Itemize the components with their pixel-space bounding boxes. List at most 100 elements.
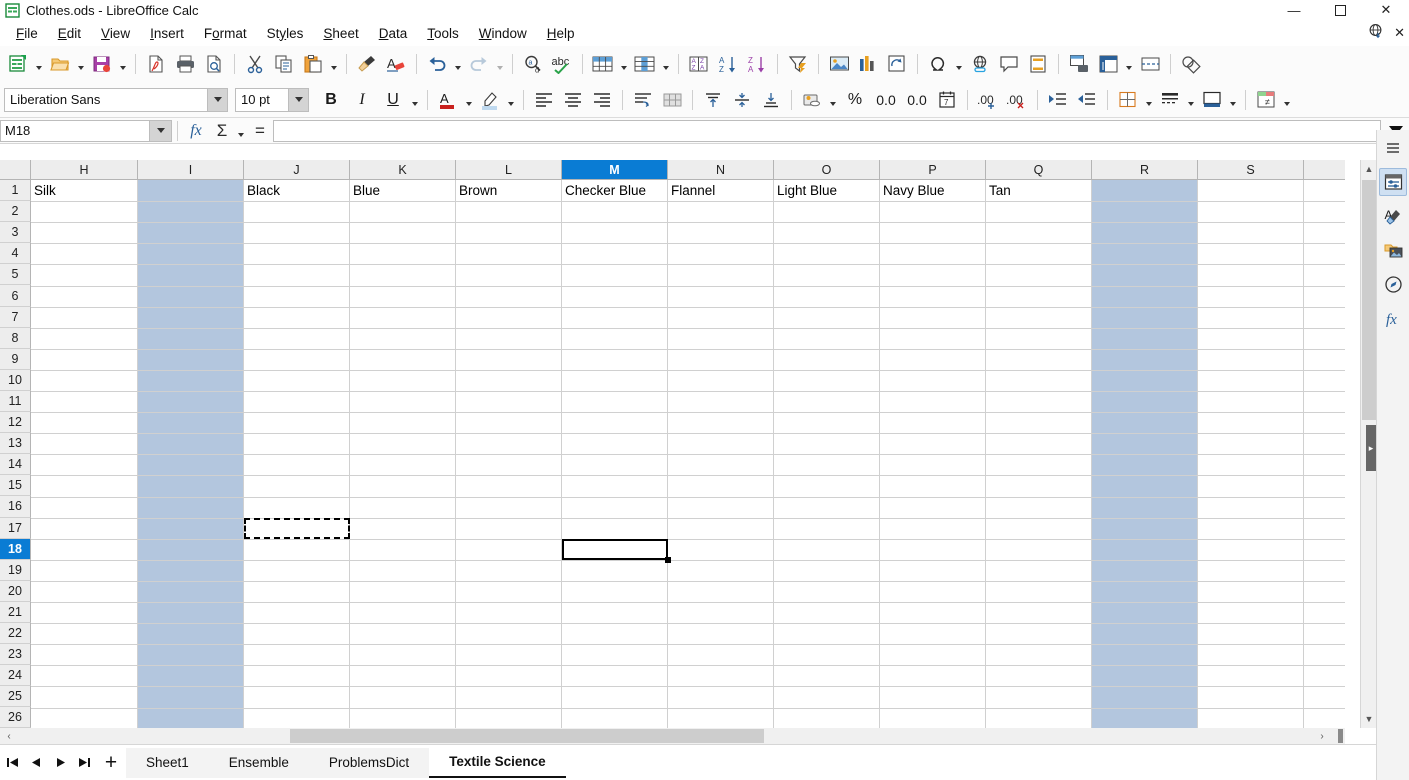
styles-icon[interactable]: A [1379, 202, 1407, 230]
row-header-9[interactable]: 9 [0, 348, 31, 370]
row-header-6[interactable]: 6 [0, 285, 31, 307]
menu-help[interactable]: Help [537, 23, 585, 44]
cell-J1[interactable]: Black [247, 181, 280, 201]
menu-view[interactable]: View [91, 23, 140, 44]
column-header-O[interactable]: O [774, 160, 880, 180]
menu-format[interactable]: Format [194, 23, 257, 44]
cell-Q1[interactable]: Tan [989, 181, 1011, 201]
borders-icon[interactable] [1114, 86, 1142, 114]
name-box[interactable]: M18 [0, 119, 172, 142]
minimize-button[interactable]: — [1271, 0, 1317, 20]
clear-formatting-icon[interactable]: A [382, 50, 410, 78]
print-icon[interactable] [171, 50, 199, 78]
sum-button[interactable]: Σ [209, 119, 235, 143]
paste-icon[interactable] [299, 50, 327, 78]
cell-M1[interactable]: Checker Blue [565, 181, 646, 201]
font-name-combo[interactable]: Liberation Sans [4, 87, 228, 112]
center-vertically-icon[interactable] [728, 86, 756, 114]
save-dropdown[interactable] [117, 50, 129, 78]
format-number-icon[interactable]: 0.0 [871, 86, 901, 114]
column-header-blank[interactable] [1304, 160, 1345, 180]
column-header-H[interactable]: H [31, 160, 138, 180]
format-number-general-icon[interactable]: 0.0 [902, 86, 932, 114]
maximize-button[interactable] [1317, 0, 1363, 20]
last-sheet-icon[interactable] [72, 748, 96, 778]
highlight-color-dropdown[interactable] [505, 86, 517, 114]
insert-row-icon[interactable] [589, 50, 617, 78]
autofilter-icon[interactable] [784, 50, 812, 78]
menu-file[interactable]: File [6, 23, 48, 44]
row-header-15[interactable]: 15 [0, 475, 31, 497]
row-header-23[interactable]: 23 [0, 644, 31, 666]
cell-area[interactable]: Silk Black Blue Brown Checker Blue Flannel Lig… [31, 180, 1345, 728]
insert-column-icon[interactable] [631, 50, 659, 78]
align-right-icon[interactable] [588, 86, 616, 114]
row-header-4[interactable]: 4 [0, 243, 31, 265]
copy-icon[interactable] [270, 50, 298, 78]
border-style-icon[interactable] [1156, 86, 1184, 114]
split-window-icon[interactable] [1136, 50, 1164, 78]
row-header-18[interactable]: 18 [0, 538, 31, 560]
font-size-dropdown-arrow[interactable] [288, 88, 308, 111]
row-header-3[interactable]: 3 [0, 222, 31, 244]
cell-K1[interactable]: Blue [353, 181, 380, 201]
font-size-combo[interactable]: 10 pt [235, 87, 309, 112]
cell-H1[interactable]: Silk [34, 181, 56, 201]
sheet-tab-ensemble[interactable]: Ensemble [208, 747, 309, 778]
background-color-dropdown[interactable] [1227, 86, 1239, 114]
row-header-10[interactable]: 10 [0, 369, 31, 391]
menu-sheet[interactable]: Sheet [313, 23, 368, 44]
new-document-icon[interactable] [4, 50, 32, 78]
redo-icon[interactable] [465, 50, 493, 78]
align-top-icon[interactable] [699, 86, 727, 114]
scroll-up-icon[interactable]: ▲ [1361, 160, 1377, 178]
menu-edit[interactable]: Edit [48, 23, 91, 44]
cell-P1[interactable]: Navy Blue [883, 181, 945, 201]
open-file-dropdown[interactable] [75, 50, 87, 78]
define-print-area-icon[interactable] [1065, 50, 1093, 78]
row-header-17[interactable]: 17 [0, 517, 31, 539]
freeze-rows-columns-icon[interactable] [1094, 50, 1122, 78]
scroll-down-icon[interactable]: ▼ [1361, 710, 1377, 728]
format-currency-icon[interactable] [798, 86, 826, 114]
formula-input[interactable] [273, 119, 1381, 142]
delete-decimal-icon[interactable]: .00 [1003, 86, 1031, 114]
cut-icon[interactable] [241, 50, 269, 78]
align-bottom-icon[interactable] [757, 86, 785, 114]
row-header-14[interactable]: 14 [0, 454, 31, 476]
conditional-formatting-dropdown[interactable] [1281, 86, 1293, 114]
column-header-P[interactable]: P [880, 160, 986, 180]
row-header-11[interactable]: 11 [0, 390, 31, 413]
undo-dropdown[interactable] [452, 50, 464, 78]
hscroll-resize-grip[interactable] [1338, 729, 1343, 743]
font-color-icon[interactable]: A [434, 86, 462, 114]
next-sheet-icon[interactable] [48, 748, 72, 778]
active-cell-cursor-M18[interactable] [562, 538, 668, 560]
column-header-K[interactable]: K [350, 160, 456, 180]
row-header-13[interactable]: 13 [0, 433, 31, 455]
insert-row-dropdown[interactable] [618, 50, 630, 78]
menu-data[interactable]: Data [369, 23, 418, 44]
close-document-icon[interactable]: ✕ [1394, 25, 1405, 41]
sidebar-settings-icon[interactable] [1379, 134, 1407, 162]
save-icon[interactable] [88, 50, 116, 78]
currency-dropdown[interactable] [827, 86, 839, 114]
fill-handle[interactable] [665, 556, 671, 563]
sort-descending-icon[interactable]: Z A [743, 50, 771, 78]
sort-ascending-icon[interactable]: A Z [714, 50, 742, 78]
format-percent-icon[interactable]: % [840, 86, 870, 114]
underline-button[interactable]: U [378, 86, 408, 114]
merge-cells-icon[interactable] [658, 86, 686, 114]
row-header-20[interactable]: 20 [0, 580, 31, 602]
sheet-tab-problemsdict[interactable]: ProblemsDict [308, 747, 430, 778]
row-header-22[interactable]: 22 [0, 622, 31, 645]
row-header-16[interactable]: 16 [0, 496, 31, 518]
sort-icon[interactable]: A Z Z A [685, 50, 713, 78]
freeze-dropdown[interactable] [1123, 50, 1135, 78]
sidebar-show-hide-handle[interactable]: ▸ [1366, 425, 1376, 471]
open-file-icon[interactable] [46, 50, 74, 78]
row-header-25[interactable]: 25 [0, 686, 31, 708]
previous-sheet-icon[interactable] [24, 748, 48, 778]
row-header-2[interactable]: 2 [0, 201, 31, 223]
special-character-icon[interactable] [924, 50, 952, 78]
